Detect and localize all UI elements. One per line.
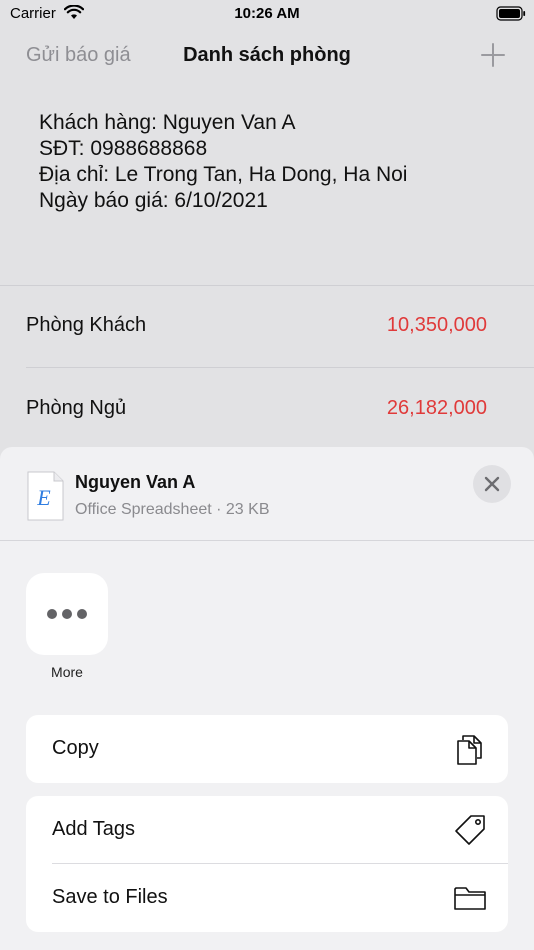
file-name: Nguyen Van A: [75, 472, 196, 492]
divider: [26, 367, 534, 368]
share-sheet-header: E Nguyen Van A Office Spreadsheet · 23 K…: [0, 447, 534, 540]
more-action-button[interactable]: More: [26, 573, 108, 680]
copy-icon: [457, 735, 482, 765]
copy-label: Copy: [52, 737, 99, 759]
more-label: More: [51, 664, 83, 680]
file-meta: Office Spreadsheet · 23 KB: [75, 501, 270, 518]
navigation-bar: Gửi báo giá Danh sách phòng: [0, 34, 534, 78]
status-time: 10:26 AM: [234, 5, 300, 22]
battery-icon: [496, 6, 526, 21]
more-tile[interactable]: [26, 573, 108, 655]
share-sheet: E Nguyen Van A Office Spreadsheet · 23 K…: [0, 447, 534, 950]
plus-icon[interactable]: [480, 42, 506, 68]
copy-button[interactable]: Copy: [26, 715, 508, 783]
status-bar: Carrier 10:26 AM: [0, 0, 534, 28]
action-group-copy: Copy: [26, 715, 508, 783]
quote-date-line: Ngày báo giá: 6/10/2021: [39, 189, 268, 212]
room-row[interactable]: Phòng Khách 10,350,000: [0, 286, 534, 368]
customer-address-line: Địa chỉ: Le Trong Tan, Ha Dong, Ha Noi: [39, 163, 408, 186]
customer-info: Khách hàng: Nguyen Van A SĐT: 0988688868…: [39, 110, 407, 214]
folder-icon: [454, 887, 486, 910]
ellipsis-icon: [47, 609, 87, 619]
add-tags-label: Add Tags: [52, 818, 136, 840]
spreadsheet-file-icon: E: [27, 471, 64, 521]
save-to-files-label: Save to Files: [52, 886, 168, 908]
action-group-files: Add Tags Save to Files: [26, 796, 508, 932]
customer-name-line: Khách hàng: Nguyen Van A: [39, 111, 296, 134]
save-to-files-button[interactable]: Save to Files: [26, 864, 508, 932]
tag-icon: [455, 815, 485, 845]
add-tags-button[interactable]: Add Tags: [26, 796, 508, 864]
room-name: Phòng Ngủ: [26, 397, 127, 419]
close-button[interactable]: [473, 465, 511, 503]
page-title: Danh sách phòng: [183, 44, 351, 66]
customer-phone-line: SĐT: 0988688868: [39, 137, 208, 160]
room-price: 10,350,000: [386, 314, 487, 336]
room-name: Phòng Khách: [26, 314, 147, 336]
room-row[interactable]: Phòng Ngủ 26,182,000: [0, 369, 534, 451]
close-icon: [484, 476, 500, 492]
divider: [0, 540, 534, 541]
file-icon-letter: E: [36, 485, 51, 510]
room-price: 26,182,000: [386, 397, 487, 419]
